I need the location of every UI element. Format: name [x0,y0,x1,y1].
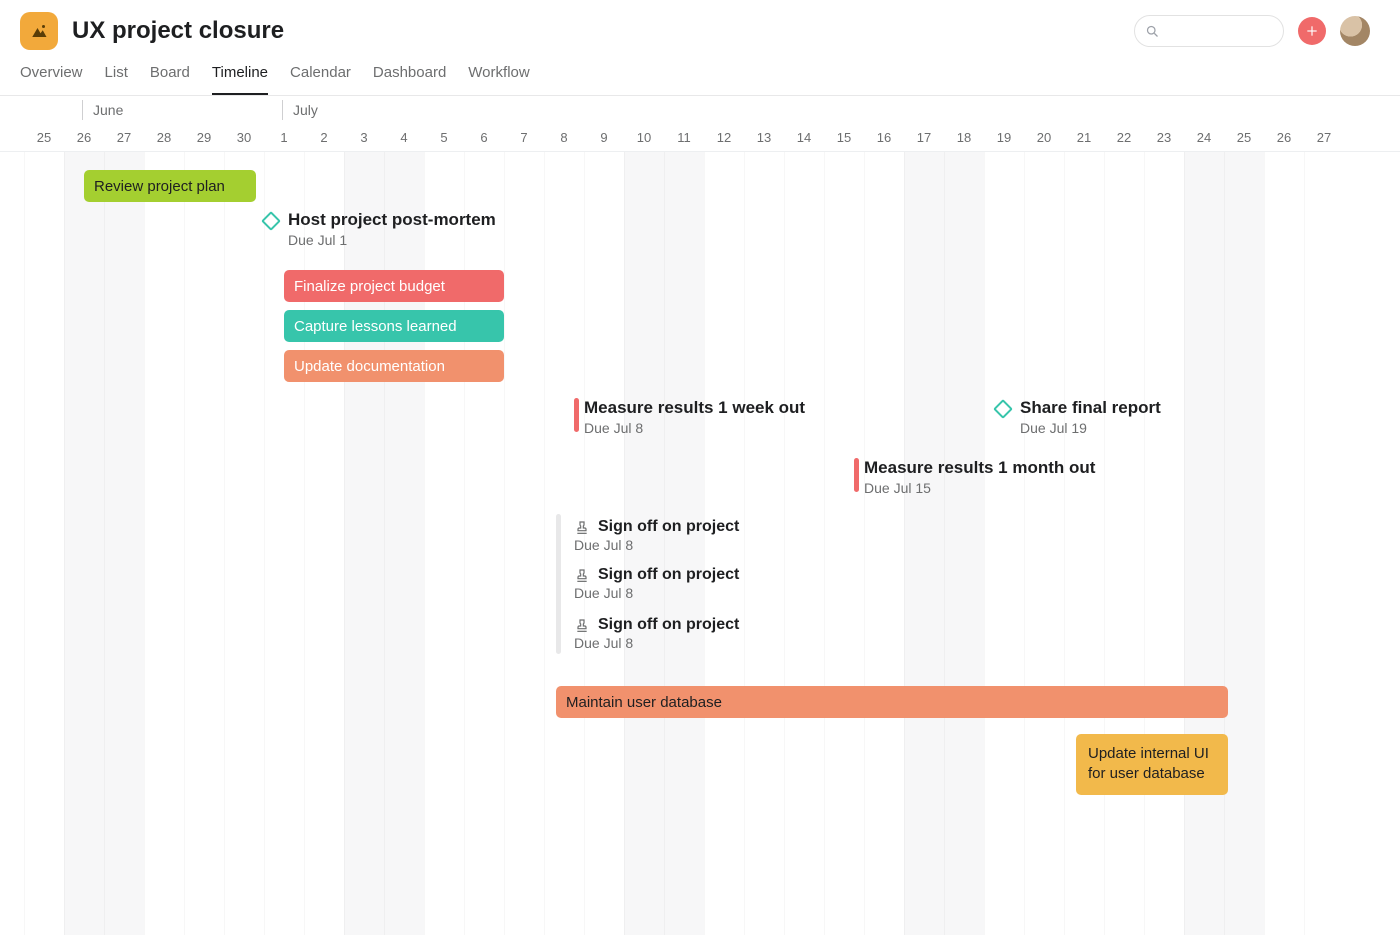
plus-icon [1305,24,1319,38]
milestone-due: Due Jul 15 [864,480,1095,496]
day-header: 18 [944,122,984,152]
milestone[interactable]: Host project post-mortem Due Jul 1 [288,210,496,248]
approval-track [556,514,561,654]
day-header: 28 [144,122,184,152]
milestone-title: Share final report [1020,398,1161,418]
approval-task[interactable]: Sign off on projectDue Jul 8 [574,566,739,601]
approval-title: Sign off on project [574,566,739,584]
day-header: 26 [1264,122,1304,152]
header-right [1134,15,1380,47]
day-header: 14 [784,122,824,152]
approval-task[interactable]: Sign off on projectDue Jul 8 [574,518,739,553]
day-header: 30 [224,122,264,152]
month-header-row: June July [0,96,1400,122]
stamp-icon [574,568,590,584]
day-header: 20 [1024,122,1064,152]
mountain-icon [30,22,48,40]
milestone[interactable]: Measure results 1 week out Due Jul 8 [584,398,805,436]
milestone-title: Measure results 1 week out [584,398,805,418]
day-header-row: 2526272829301234567891011121314151617181… [0,122,1400,152]
approval-title: Sign off on project [574,616,739,634]
milestone-marker [574,398,579,432]
diamond-icon [261,211,281,231]
day-header: 1 [264,122,304,152]
day-header: 10 [624,122,664,152]
day-header: 2 [304,122,344,152]
milestone[interactable]: Measure results 1 month out Due Jul 15 [864,458,1095,496]
task-bar[interactable]: Maintain user database [556,686,1228,718]
milestone-due: Due Jul 19 [1020,420,1161,436]
day-header: 17 [904,122,944,152]
day-header: 16 [864,122,904,152]
header-bar: UX project closure [0,0,1400,50]
tab-board[interactable]: Board [150,64,190,95]
day-header: 29 [184,122,224,152]
milestone-due: Due Jul 8 [584,420,805,436]
day-header: 24 [1184,122,1224,152]
milestone-title: Host project post-mortem [288,210,496,230]
diamond-icon [993,399,1013,419]
day-header: 23 [1144,122,1184,152]
day-header: 15 [824,122,864,152]
day-header: 9 [584,122,624,152]
stamp-icon [574,618,590,634]
timeline-view[interactable]: JuneJuly 2526272829301234567891011121314… [0,96,1400,935]
task-bar[interactable]: Update internal UI for user database [1076,734,1228,795]
milestone-marker [854,458,859,492]
tab-list[interactable]: List [105,64,128,95]
day-header: 19 [984,122,1024,152]
task-bar[interactable]: Capture lessons learned [284,310,504,342]
day-header: 5 [424,122,464,152]
day-header: 26 [64,122,104,152]
tab-dashboard[interactable]: Dashboard [373,64,446,95]
approval-task[interactable]: Sign off on projectDue Jul 8 [574,616,739,651]
month-label: June [82,100,123,120]
approval-title: Sign off on project [574,518,739,536]
search-input[interactable] [1134,15,1284,47]
day-header: 25 [24,122,64,152]
day-header: 12 [704,122,744,152]
task-bar[interactable]: Review project plan [84,170,256,202]
day-header: 11 [664,122,704,152]
project-icon [20,12,58,50]
day-header: 4 [384,122,424,152]
day-header: 3 [344,122,384,152]
milestone[interactable]: Share final report Due Jul 19 [1020,398,1161,436]
tab-workflow[interactable]: Workflow [468,64,529,95]
day-header: 27 [104,122,144,152]
tab-timeline[interactable]: Timeline [212,64,268,95]
day-header: 13 [744,122,784,152]
project-title: UX project closure [72,17,284,45]
approval-due: Due Jul 8 [574,585,739,601]
tab-calendar[interactable]: Calendar [290,64,351,95]
milestone-due: Due Jul 1 [288,232,496,248]
approval-due: Due Jul 8 [574,635,739,651]
view-tabs: Overview List Board Timeline Calendar Dashboa… [0,50,1400,96]
approval-due: Due Jul 8 [574,537,739,553]
user-avatar[interactable] [1340,16,1370,46]
day-header: 22 [1104,122,1144,152]
task-bar[interactable]: Update documentation [284,350,504,382]
stamp-icon [574,520,590,536]
day-header: 21 [1064,122,1104,152]
tasks-layer: Review project plan Host project post-mor… [0,152,1400,935]
create-button[interactable] [1298,17,1326,45]
month-label: July [282,100,318,120]
day-header: 6 [464,122,504,152]
tab-overview[interactable]: Overview [20,64,83,95]
day-header: 7 [504,122,544,152]
day-header: 8 [544,122,584,152]
day-header: 27 [1304,122,1344,152]
search-icon [1145,24,1160,39]
task-bar[interactable]: Finalize project budget [284,270,504,302]
day-header: 25 [1224,122,1264,152]
milestone-title: Measure results 1 month out [864,458,1095,478]
